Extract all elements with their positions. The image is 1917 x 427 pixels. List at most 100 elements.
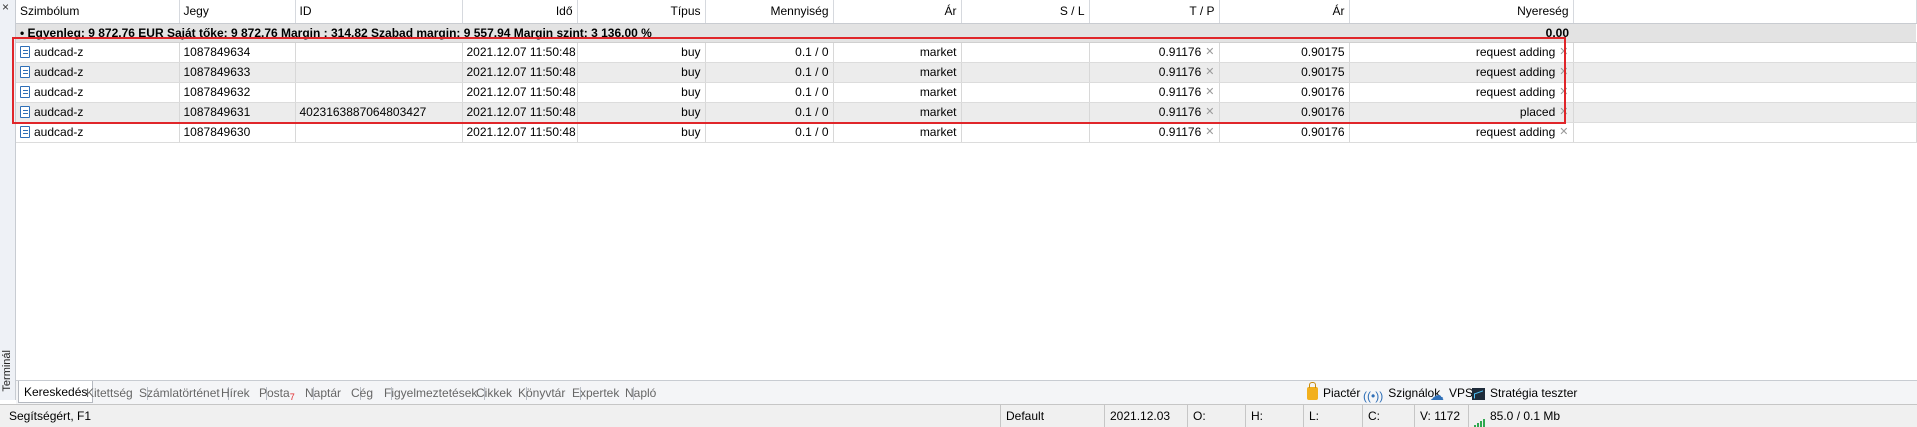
terminal-label: Terminál <box>1 350 13 392</box>
pending-order-icon <box>20 66 30 78</box>
order-price: market <box>833 42 962 63</box>
order-id <box>295 42 463 63</box>
order-time: 2021.12.07 11:50:48 <box>462 102 578 123</box>
order-id: 4023163887064803427 <box>295 102 463 123</box>
order-row[interactable]: audcad-z 1087849630 2021.12.07 11:50:48 … <box>16 122 1917 143</box>
order-symbol: audcad-z <box>16 102 180 123</box>
order-volume: 0.1 / 0 <box>705 42 834 63</box>
col-header-current-price[interactable]: Ár <box>1219 0 1350 24</box>
close-order-icon[interactable]: ✕ <box>1559 45 1568 58</box>
pending-order-icon <box>20 86 30 98</box>
tab-exposure[interactable]: Kitettség <box>81 384 138 402</box>
status-datetime: 2021.12.03 02:00 <box>1104 405 1185 427</box>
pending-order-icon <box>20 106 30 118</box>
order-row[interactable]: audcad-z 1087849632 2021.12.07 11:50:48 … <box>16 82 1917 103</box>
order-time: 2021.12.07 11:50:48 <box>462 42 578 63</box>
col-header-time[interactable]: Idő <box>462 0 578 24</box>
account-summary-text: • Egyenleg: 9 872.76 EUR Saját tőke: 9 8… <box>16 23 1349 43</box>
order-sl[interactable] <box>961 62 1090 83</box>
tab-mailbox[interactable]: Posta7 <box>254 384 300 402</box>
col-header-profit[interactable]: Nyereség <box>1349 0 1574 24</box>
orders-table: Szimbólum Jegy ID Idő Típus Mennyiség Ár… <box>16 0 1917 143</box>
remove-tp-icon[interactable]: ✕ <box>1205 45 1214 58</box>
status-close: C: 0.90773 <box>1362 405 1412 427</box>
order-sl[interactable] <box>961 102 1090 123</box>
market-button[interactable]: Piactér <box>1307 382 1360 402</box>
order-row[interactable]: audcad-z 1087849634 2021.12.07 11:50:48 … <box>16 42 1917 63</box>
tab-library[interactable]: Könyvtár <box>513 384 570 402</box>
order-volume: 0.1 / 0 <box>705 82 834 103</box>
col-header-id[interactable]: ID <box>295 0 463 24</box>
terminal-tab-bar: Kereskedés Kitettség Számlatörténet Híre… <box>16 380 1917 404</box>
vps-button[interactable]: ☁ VPS <box>1430 384 1473 403</box>
order-ticket: 1087849632 <box>179 82 296 103</box>
close-order-icon[interactable]: ✕ <box>1559 105 1568 118</box>
status-bar: Segítségért, F1 Default 2021.12.03 02:00… <box>0 404 1917 427</box>
remove-tp-icon[interactable]: ✕ <box>1205 65 1214 78</box>
close-icon[interactable]: × <box>2 1 9 13</box>
order-row[interactable]: audcad-z 1087849631 4023163887064803427 … <box>16 102 1917 123</box>
order-row[interactable]: audcad-z 1087849633 2021.12.07 11:50:48 … <box>16 62 1917 83</box>
order-tp[interactable]: ✕ 0.91176 <box>1089 82 1220 103</box>
col-header-type[interactable]: Típus <box>577 0 706 24</box>
tab-alerts[interactable]: Figyelmeztetések <box>379 384 482 402</box>
order-current-price: 0.90175 <box>1219 42 1350 63</box>
order-tp[interactable]: ✕ 0.91176 <box>1089 42 1220 63</box>
remove-tp-icon[interactable]: ✕ <box>1205 105 1214 118</box>
order-tp[interactable]: ✕ 0.91176 <box>1089 122 1220 143</box>
order-volume: 0.1 / 0 <box>705 62 834 83</box>
order-ticket: 1087849631 <box>179 102 296 123</box>
strategy-tester-button[interactable]: Stratégia teszter <box>1472 384 1577 402</box>
status-help: Segítségért, F1 <box>9 409 92 423</box>
col-header-symbol[interactable]: Szimbólum <box>16 0 180 24</box>
col-header-sl[interactable]: S / L <box>961 0 1090 24</box>
close-order-icon[interactable]: ✕ <box>1559 125 1568 138</box>
strategy-chart-icon <box>1472 388 1485 400</box>
tab-company[interactable]: Cég <box>346 384 378 402</box>
order-ticket: 1087849630 <box>179 122 296 143</box>
order-sl[interactable] <box>961 82 1090 103</box>
market-lock-icon <box>1307 382 1318 400</box>
order-volume: 0.1 / 0 <box>705 122 834 143</box>
col-header-filler <box>1573 0 1917 24</box>
status-volume: V: 1172 <box>1414 405 1466 427</box>
order-price: market <box>833 122 962 143</box>
mail-count-badge: 7 <box>289 392 295 402</box>
tab-history[interactable]: Számlatörténet <box>134 384 225 402</box>
table-header: Szimbólum Jegy ID Idő Típus Mennyiség Ár… <box>16 0 1917 24</box>
tab-news[interactable]: Hírek <box>216 384 255 402</box>
tab-journal[interactable]: Napló <box>620 384 661 402</box>
tab-calendar[interactable]: Naptár <box>300 384 346 402</box>
pending-order-icon <box>20 126 30 138</box>
order-tp[interactable]: ✕ 0.91176 <box>1089 62 1220 83</box>
order-current-price: 0.90175 <box>1219 62 1350 83</box>
order-time: 2021.12.07 11:50:48 <box>462 122 578 143</box>
tab-experts[interactable]: Expertek <box>567 384 624 402</box>
status-connection[interactable]: 85.0 / 0.1 Mb <box>1468 405 1573 427</box>
order-sl[interactable] <box>961 122 1090 143</box>
order-id <box>295 122 463 143</box>
account-summary-row[interactable]: • Egyenleg: 9 872.76 EUR Saját tőke: 9 8… <box>16 23 1916 43</box>
col-header-price[interactable]: Ár <box>833 0 962 24</box>
remove-tp-icon[interactable]: ✕ <box>1205 125 1214 138</box>
tab-articles[interactable]: Cikkek <box>471 384 517 402</box>
trade-panel: Szimbólum Jegy ID Idő Típus Mennyiség Ár… <box>16 0 1917 400</box>
col-header-ticket[interactable]: Jegy <box>179 0 296 24</box>
close-order-icon[interactable]: ✕ <box>1559 85 1568 98</box>
order-ticket: 1087849634 <box>179 42 296 63</box>
order-state: ✕ request adding <box>1349 42 1574 63</box>
status-profile[interactable]: Default <box>1000 405 1102 427</box>
order-tp[interactable]: ✕ 0.91176 <box>1089 102 1220 123</box>
order-current-price: 0.90176 <box>1219 82 1350 103</box>
close-order-icon[interactable]: ✕ <box>1559 65 1568 78</box>
order-current-price: 0.90176 <box>1219 102 1350 123</box>
order-sl[interactable] <box>961 42 1090 63</box>
order-ticket: 1087849633 <box>179 62 296 83</box>
signals-button[interactable]: ((•)) Szignálok <box>1363 384 1440 403</box>
col-header-volume[interactable]: Mennyiség <box>705 0 834 24</box>
remove-tp-icon[interactable]: ✕ <box>1205 85 1214 98</box>
cloud-icon: ☁ <box>1430 387 1444 403</box>
col-header-tp[interactable]: T / P <box>1089 0 1220 24</box>
order-type: buy <box>577 62 706 83</box>
order-state: ✕ request adding <box>1349 82 1574 103</box>
